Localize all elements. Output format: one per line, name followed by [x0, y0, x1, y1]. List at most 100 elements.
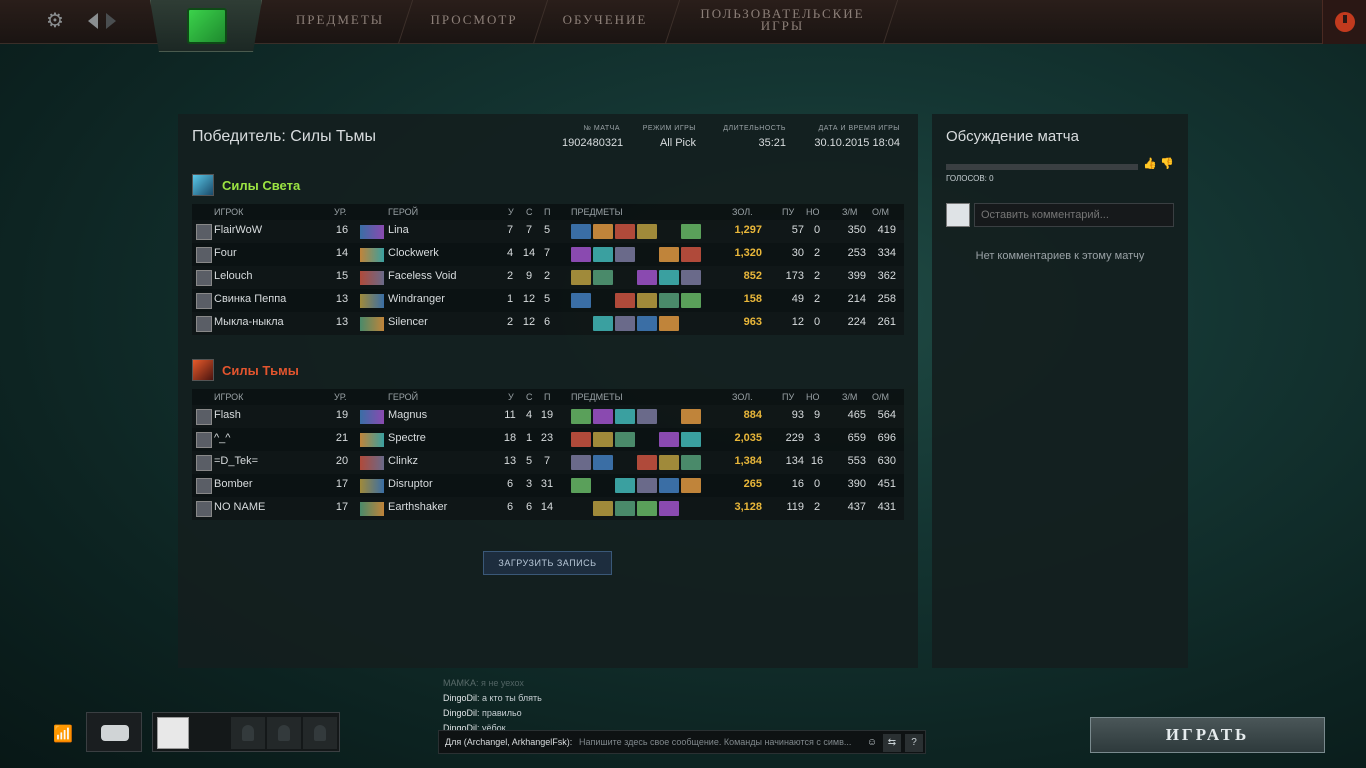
player-avatar-icon[interactable] — [196, 455, 212, 471]
player-row[interactable]: Мыкла-ныкла 13 Silencer 2 12 6 963 12 0 224 261 — [192, 312, 904, 335]
item-icon[interactable] — [571, 247, 591, 262]
item-icon[interactable] — [571, 316, 591, 331]
item-icon[interactable] — [593, 224, 613, 239]
item-icon[interactable] — [659, 432, 679, 447]
item-icon[interactable] — [571, 293, 591, 308]
tab-custom-games[interactable]: ПОЛЬЗОВАТЕЛЬСКИЕ ИГРЫ — [690, 7, 875, 52]
item-icon[interactable] — [615, 432, 635, 447]
player-row[interactable]: Four 14 Clockwerk 4 14 7 1,320 30 2 253 334 — [192, 243, 904, 266]
player-row[interactable]: Bomber 17 Disruptor 6 3 31 265 16 0 390 451 — [192, 474, 904, 497]
empty-party-slot[interactable] — [231, 717, 265, 749]
player-avatar-icon[interactable] — [196, 293, 212, 309]
item-icon[interactable] — [637, 455, 657, 470]
chat-author[interactable]: DingoDil — [443, 708, 477, 718]
item-icon[interactable] — [593, 478, 613, 493]
item-icon[interactable] — [571, 224, 591, 239]
item-icon[interactable] — [593, 247, 613, 262]
my-avatar[interactable] — [157, 717, 189, 749]
party-button[interactable] — [86, 712, 142, 752]
empty-party-slot[interactable] — [303, 717, 337, 749]
item-icon[interactable] — [681, 432, 701, 447]
item-icon[interactable] — [571, 501, 591, 516]
chat-author[interactable]: MAMKA — [443, 678, 476, 688]
player-avatar-icon[interactable] — [196, 432, 212, 448]
item-icon[interactable] — [681, 293, 701, 308]
player-avatar-icon[interactable] — [196, 270, 212, 286]
item-icon[interactable] — [681, 455, 701, 470]
thumbs-up-icon[interactable]: 👍 — [1143, 158, 1157, 170]
item-icon[interactable] — [593, 293, 613, 308]
chat-message-input[interactable]: Напишите здесь свое сообщение. Команды н… — [579, 737, 859, 747]
item-icon[interactable] — [659, 316, 679, 331]
player-row[interactable]: NO NAME 17 Earthshaker 6 6 14 3,128 119 2 437 431 — [192, 497, 904, 520]
item-icon[interactable] — [593, 455, 613, 470]
forward-arrow-icon[interactable] — [104, 12, 118, 30]
item-icon[interactable] — [593, 270, 613, 285]
player-row[interactable]: Flash 19 Magnus 11 4 19 884 93 9 465 564 — [192, 405, 904, 428]
tab-learn[interactable]: ОБУЧЕНИЕ — [555, 13, 655, 58]
item-icon[interactable] — [659, 293, 679, 308]
item-icon[interactable] — [593, 316, 613, 331]
item-icon[interactable] — [637, 316, 657, 331]
item-icon[interactable] — [681, 270, 701, 285]
item-icon[interactable] — [681, 316, 701, 331]
player-row[interactable]: =D_Tek= 20 Clinkz 13 5 7 1,384 134 16 553 630 — [192, 451, 904, 474]
item-icon[interactable] — [659, 247, 679, 262]
item-icon[interactable] — [615, 247, 635, 262]
item-icon[interactable] — [571, 270, 591, 285]
back-arrow-icon[interactable] — [86, 12, 100, 30]
item-icon[interactable] — [593, 432, 613, 447]
item-icon[interactable] — [637, 247, 657, 262]
tab-watch[interactable]: ПРОСМОТР — [420, 13, 528, 58]
chat-help-button[interactable]: ? — [905, 734, 923, 752]
item-icon[interactable] — [659, 501, 679, 516]
item-icon[interactable] — [637, 293, 657, 308]
item-icon[interactable] — [681, 409, 701, 424]
player-row[interactable]: ^_^ 21 Spectre 18 1 23 2,035 229 3 659 696 — [192, 428, 904, 451]
comment-input[interactable] — [974, 203, 1174, 227]
item-icon[interactable] — [681, 478, 701, 493]
empty-party-slot[interactable] — [267, 717, 301, 749]
item-icon[interactable] — [615, 293, 635, 308]
chat-settings-icon[interactable]: ⇆ — [883, 734, 901, 752]
item-icon[interactable] — [659, 409, 679, 424]
player-avatar-icon[interactable] — [196, 478, 212, 494]
player-avatar-icon[interactable] — [196, 409, 212, 425]
player-avatar-icon[interactable] — [196, 316, 212, 332]
player-row[interactable]: FlairWoW 16 Lina 7 7 5 1,297 57 0 350 419 — [192, 220, 904, 243]
player-avatar-icon[interactable] — [196, 501, 212, 517]
power-button[interactable] — [1322, 0, 1366, 44]
item-icon[interactable] — [571, 478, 591, 493]
player-avatar-icon[interactable] — [196, 224, 212, 240]
item-icon[interactable] — [615, 409, 635, 424]
item-icon[interactable] — [615, 478, 635, 493]
item-icon[interactable] — [659, 270, 679, 285]
dota-logo-button[interactable] — [150, 0, 262, 52]
item-icon[interactable] — [637, 478, 657, 493]
item-icon[interactable] — [637, 409, 657, 424]
item-icon[interactable] — [637, 432, 657, 447]
item-icon[interactable] — [681, 247, 701, 262]
emoticon-icon[interactable]: ☺ — [863, 734, 881, 752]
connection-status-icon[interactable]: 📶 — [52, 724, 74, 746]
item-icon[interactable] — [615, 316, 635, 331]
play-button[interactable]: ИГРАТЬ — [1090, 717, 1325, 753]
item-icon[interactable] — [571, 455, 591, 470]
item-icon[interactable] — [637, 270, 657, 285]
player-row[interactable]: Свинка Пеппа 13 Windranger 1 12 5 158 49 2 214 258 — [192, 289, 904, 312]
tab-items[interactable]: ПРЕДМЕТЫ — [290, 13, 390, 58]
item-icon[interactable] — [615, 501, 635, 516]
item-icon[interactable] — [571, 409, 591, 424]
item-icon[interactable] — [637, 224, 657, 239]
settings-gear-icon[interactable]: ⚙ — [44, 10, 66, 32]
chat-author[interactable]: DingoDil — [443, 693, 477, 703]
item-icon[interactable] — [659, 478, 679, 493]
item-icon[interactable] — [637, 501, 657, 516]
item-icon[interactable] — [659, 224, 679, 239]
item-icon[interactable] — [571, 432, 591, 447]
item-icon[interactable] — [615, 270, 635, 285]
download-replay-button[interactable]: ЗАГРУЗИТЬ ЗАПИСЬ — [483, 551, 612, 575]
item-icon[interactable] — [615, 224, 635, 239]
item-icon[interactable] — [615, 455, 635, 470]
chat-channel-target[interactable]: Для (Archangel, ArkhangelFsk): — [445, 737, 572, 747]
